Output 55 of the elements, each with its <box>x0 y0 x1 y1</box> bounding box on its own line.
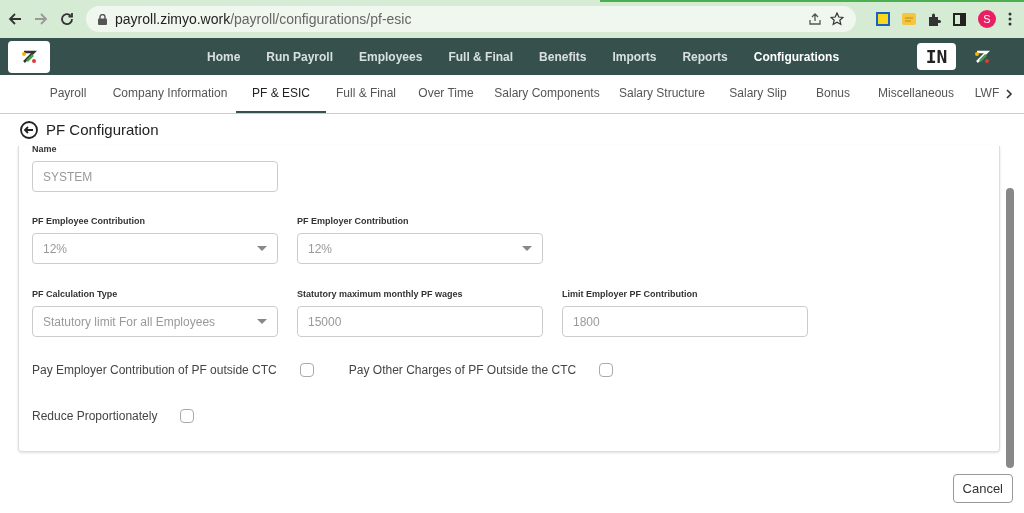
back-circle-icon[interactable] <box>20 121 38 139</box>
caret-icon <box>522 246 532 251</box>
checkbox-label: Pay Other Charges of PF Outside the CTC <box>348 362 577 379</box>
page-title: PF Configuration <box>46 119 159 140</box>
nav-link[interactable]: Home <box>207 47 241 66</box>
menu-icon[interactable] <box>1008 12 1012 26</box>
tab[interactable]: Salary Structure <box>608 75 716 113</box>
logo[interactable] <box>8 40 50 73</box>
tab[interactable]: Over Time <box>406 75 486 113</box>
chevron-right-icon[interactable] <box>1006 89 1013 99</box>
nav-link[interactable]: Run Payroll <box>266 47 334 66</box>
logo-icon[interactable] <box>974 48 990 65</box>
tab[interactable]: Full & Final <box>326 75 406 113</box>
checkbox[interactable] <box>299 363 314 377</box>
tab[interactable]: Salary Slip <box>716 75 800 113</box>
checkbox-label: Reduce Proportionately <box>32 408 158 425</box>
lock-icon <box>98 13 107 25</box>
profile-avatar[interactable]: S <box>978 10 996 28</box>
checkbox[interactable] <box>599 363 614 377</box>
field-label: Name <box>32 143 58 156</box>
tab[interactable]: Miscellaneous <box>866 75 966 113</box>
nav-link[interactable]: Imports <box>612 47 657 66</box>
extension-icon[interactable] <box>876 12 890 26</box>
cancel-button[interactable]: Cancel <box>952 474 1013 503</box>
share-icon[interactable] <box>808 12 822 26</box>
checkbox-label: Pay Employer Contribution of PF outside CTC <box>32 362 277 379</box>
nav-link[interactable]: Employees <box>359 47 423 66</box>
puzzle-icon[interactable] <box>928 12 941 26</box>
field-label: PF Employee Contribution <box>32 215 146 228</box>
tab[interactable]: Salary Components <box>486 75 608 113</box>
caret-icon <box>257 246 267 251</box>
logo-icon <box>21 48 37 65</box>
tab[interactable]: PF & ESIC <box>236 75 326 113</box>
tab[interactable]: LWF <box>966 75 1008 113</box>
star-icon[interactable] <box>830 12 844 26</box>
field-label: PF Calculation Type <box>32 288 119 301</box>
checkbox[interactable] <box>180 409 195 423</box>
nav-link[interactable]: Full & Final <box>448 47 514 66</box>
nav-link[interactable]: Configurations <box>753 47 840 66</box>
address-bar[interactable]: payroll.zimyo.work/payroll/configurations/pf-esic <box>86 6 856 32</box>
reload-icon[interactable] <box>60 12 74 26</box>
nav-link[interactable]: Reports <box>682 47 728 66</box>
region-badge[interactable]: IN <box>917 43 956 70</box>
url-text: payroll.zimyo.work/payroll/configurations/pf-esic <box>115 9 413 29</box>
field-label: PF Employer Contribution <box>297 215 410 228</box>
scrollbar-thumb[interactable] <box>1006 188 1014 468</box>
field-label: Limit Employer PF Contribution <box>562 288 699 301</box>
caret-icon <box>257 319 267 324</box>
tab[interactable]: Bonus <box>800 75 866 113</box>
tab[interactable]: Payroll <box>32 75 104 113</box>
sidebar-icon[interactable] <box>953 12 966 26</box>
back-icon[interactable] <box>8 12 22 26</box>
field-label: Statutory maximum monthly PF wages <box>297 288 464 301</box>
nav-link[interactable]: Benefits <box>539 47 587 66</box>
tab[interactable]: Company Information <box>104 75 236 113</box>
